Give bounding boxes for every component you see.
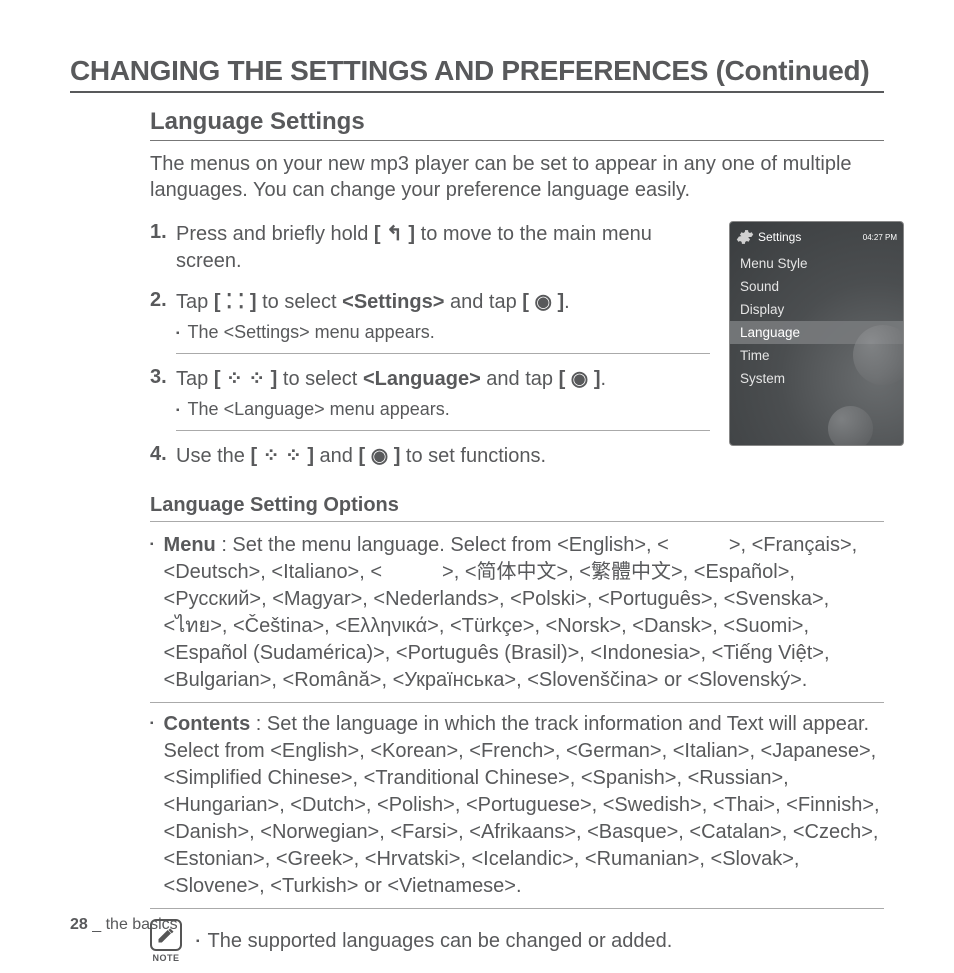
step-3-sub: The <Language> menu appears. bbox=[176, 399, 710, 431]
section-title: Language Settings bbox=[150, 108, 884, 141]
step-text: Tap bbox=[176, 291, 214, 313]
option-label: Contents bbox=[164, 713, 251, 735]
page-footer: 28 _ the basics bbox=[70, 916, 178, 934]
device-screenshot: Settings 04:27 PM Menu Style Sound Displ… bbox=[729, 221, 904, 446]
footer-section: the basics bbox=[106, 916, 178, 933]
option-contents: Contents : Set the language in which the… bbox=[150, 711, 884, 909]
directional-icon: [ ⁘ ⁘ ] bbox=[250, 445, 314, 467]
back-icon: [ ↰ ] bbox=[374, 223, 415, 245]
gear-icon bbox=[736, 228, 754, 246]
options-title: Language Setting Options bbox=[150, 494, 884, 522]
directional-icon: [ ⁚ ⁚ ] bbox=[214, 291, 257, 313]
step-2-sub: The <Settings> menu appears. bbox=[176, 322, 710, 354]
step-target: <Language> bbox=[363, 368, 481, 390]
option-body: : Set the language in which the track in… bbox=[164, 713, 880, 897]
option-body: : Set the menu language. Select from <En… bbox=[164, 534, 858, 691]
step-2: 2. Tap [ ⁚ ⁚ ] to select <Settings> and … bbox=[150, 289, 710, 316]
device-menu-item: Display bbox=[730, 298, 903, 321]
step-text: Press and briefly hold bbox=[176, 223, 374, 245]
step-text: to set functions. bbox=[400, 445, 546, 467]
step-4: 4. Use the [ ⁘ ⁘ ] and [ ◉ ] to set func… bbox=[150, 443, 710, 470]
device-menu-item: Sound bbox=[730, 275, 903, 298]
note: NOTE ▪The supported languages can be cha… bbox=[150, 919, 884, 963]
directional-icon: [ ⁘ ⁘ ] bbox=[214, 368, 278, 390]
step-num: 1. bbox=[150, 221, 176, 275]
device-title: Settings bbox=[758, 230, 801, 244]
step-text: and bbox=[314, 445, 358, 467]
note-label: NOTE bbox=[150, 953, 182, 963]
section-intro: The menus on your new mp3 player can be … bbox=[150, 151, 884, 203]
step-num: 4. bbox=[150, 443, 176, 470]
step-text: and tap bbox=[444, 291, 522, 313]
ok-icon: [ ◉ ] bbox=[522, 291, 564, 313]
ok-icon: [ ◉ ] bbox=[358, 445, 400, 467]
step-text: Tap bbox=[176, 368, 214, 390]
step-target: <Settings> bbox=[342, 291, 444, 313]
option-menu: Menu : Set the menu language. Select fro… bbox=[150, 532, 884, 703]
step-text: to select bbox=[257, 291, 343, 313]
step-text: Use the bbox=[176, 445, 250, 467]
device-menu-item: Menu Style bbox=[730, 252, 903, 275]
step-text: and tap bbox=[481, 368, 559, 390]
footer-sep: _ bbox=[88, 916, 106, 933]
step-3: 3. Tap [ ⁘ ⁘ ] to select <Language> and … bbox=[150, 366, 710, 393]
device-time: 04:27 PM bbox=[863, 233, 897, 242]
step-text: to select bbox=[277, 368, 363, 390]
step-text: . bbox=[564, 291, 570, 313]
step-num: 2. bbox=[150, 289, 176, 316]
page-number: 28 bbox=[70, 916, 88, 933]
step-text: . bbox=[600, 368, 606, 390]
page-title: CHANGING THE SETTINGS AND PREFERENCES (C… bbox=[70, 55, 884, 93]
ok-icon: [ ◉ ] bbox=[559, 368, 601, 390]
note-text: The supported languages can be changed o… bbox=[208, 930, 673, 952]
step-1: 1. Press and briefly hold [ ↰ ] to move … bbox=[150, 221, 710, 275]
option-label: Menu bbox=[164, 534, 216, 556]
step-num: 3. bbox=[150, 366, 176, 393]
